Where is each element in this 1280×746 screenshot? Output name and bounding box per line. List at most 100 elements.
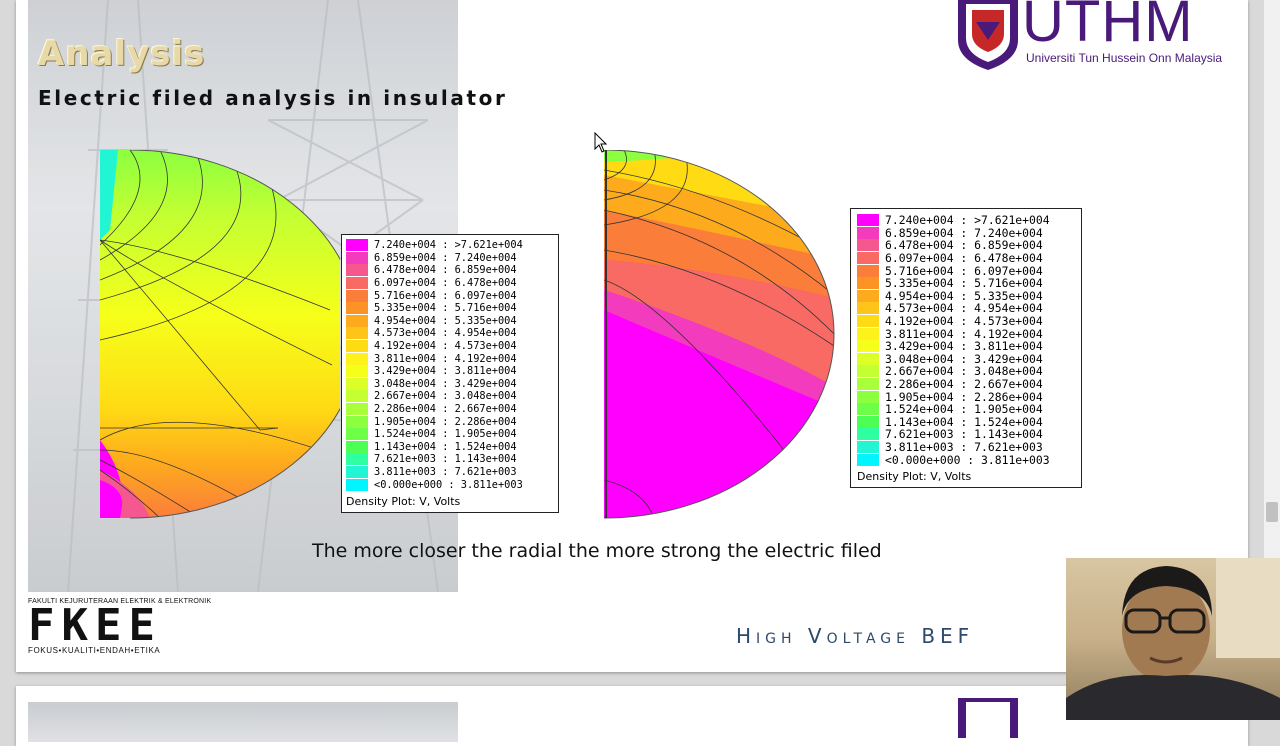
- uthm-crest-icon: [958, 0, 1018, 70]
- legend-label: <0.000e+000 : 3.811e+003: [374, 478, 523, 491]
- legend-label: 1.143e+004 : 1.524e+004: [374, 440, 517, 453]
- fkee-logo: FAKULTI KEJURUTERAAN ELEKTRIK & ELEKTRON…: [28, 598, 228, 660]
- webcam-overlay: [1066, 558, 1280, 720]
- legend-entry: 7.240e+004 : >7.621e+004: [857, 213, 1075, 227]
- legend-swatch: [857, 428, 879, 441]
- field-plot-left: [100, 150, 340, 519]
- legend-label: 3.811e+004 : 4.192e+004: [374, 352, 517, 365]
- legend-swatch: [346, 428, 368, 441]
- legend-swatch: [346, 352, 368, 365]
- legend-swatch: [346, 277, 368, 290]
- legend-swatch: [857, 340, 879, 353]
- legend-entry: <0.000e+000 : 3.811e+003: [857, 452, 1075, 467]
- slide: Analysis Electric filed analysis in insu…: [16, 0, 1248, 672]
- legend-caption: Density Plot: V, Volts: [857, 469, 972, 483]
- legend-entry: 7.621e+003 : 1.143e+004: [346, 453, 554, 466]
- uthm-logo: UTHM Universiti Tun Hussein Onn Malaysia: [956, 0, 1246, 70]
- next-slide-preview: [16, 686, 1248, 746]
- legend-entry: 7.621e+003 : 1.143e+004: [857, 427, 1075, 441]
- legend-label: 3.048e+004 : 3.429e+004: [374, 377, 517, 390]
- uthm-crest-icon: [958, 698, 1018, 738]
- legend-swatch: [857, 252, 879, 265]
- legend-swatch: [857, 403, 879, 416]
- legend-swatch: [857, 226, 879, 239]
- legend-swatch: [346, 415, 368, 428]
- legend-entry: 4.954e+004 : 5.335e+004: [857, 289, 1075, 303]
- legend-entry: 6.478e+004 : 6.859e+004: [346, 264, 554, 277]
- slide-subtitle: Electric filed analysis in insulator: [38, 86, 508, 110]
- legend-swatch: [346, 340, 368, 353]
- legend-swatch: [857, 239, 879, 252]
- legend-entry: 5.335e+004 : 5.716e+004: [346, 302, 554, 315]
- legend-entry: 3.811e+003 : 7.621e+003: [346, 465, 554, 479]
- legend-swatch: [857, 365, 879, 378]
- fkee-wordmark: FKEE: [28, 600, 162, 651]
- legend-entry: 4.573e+004 : 4.954e+004: [857, 301, 1075, 315]
- scrollbar-thumb[interactable]: [1266, 502, 1278, 522]
- course-footer: High Voltage BEF: [736, 624, 975, 648]
- legend-entry: 3.429e+004 : 3.811e+004: [346, 365, 554, 378]
- legend-swatch: [857, 390, 879, 403]
- legend-swatch: [857, 302, 879, 315]
- legend-label: 6.478e+004 : 6.859e+004: [374, 264, 517, 277]
- legend-entry: 7.240e+004 : >7.621e+004: [346, 239, 554, 252]
- legend-swatch: [857, 327, 879, 340]
- presenter-video: [1066, 558, 1280, 720]
- legend-entry: 2.667e+004 : 3.048e+004: [857, 364, 1075, 378]
- legend-swatch: [857, 277, 879, 290]
- legend-swatch: [346, 264, 368, 277]
- legend-label: 7.240e+004 : >7.621e+004: [374, 239, 523, 252]
- legend-label: 7.621e+003 : 1.143e+004: [374, 453, 517, 466]
- legend-label: 5.716e+004 : 6.097e+004: [374, 289, 517, 302]
- legend-swatch: [346, 453, 368, 466]
- legend-entry: 6.859e+004 : 7.240e+004: [346, 251, 554, 265]
- legend-swatch: [346, 239, 368, 252]
- legend-swatch: [346, 478, 368, 491]
- legend-entry: 1.905e+004 : 2.286e+004: [857, 390, 1075, 404]
- legend-entry: 5.335e+004 : 5.716e+004: [857, 276, 1075, 290]
- uthm-wordmark: UTHM: [1022, 0, 1194, 54]
- legend-label: 4.573e+004 : 4.954e+004: [374, 327, 517, 340]
- legend-entry: 1.143e+004 : 1.524e+004: [346, 440, 554, 454]
- legend-entry: 2.286e+004 : 2.667e+004: [857, 377, 1075, 391]
- legend-entry: 1.524e+004 : 1.905e+004: [857, 402, 1075, 416]
- legend-swatch: [857, 315, 879, 328]
- legend-label: 6.859e+004 : 7.240e+004: [374, 251, 517, 264]
- legend-swatch: [857, 453, 879, 466]
- legend-swatch: [346, 251, 368, 264]
- legend-swatch: [346, 289, 368, 302]
- legend-right: 7.240e+004 : >7.621e+004 6.859e+004 : 7.2…: [850, 208, 1082, 488]
- legend-entry: 4.573e+004 : 4.954e+004: [346, 327, 554, 340]
- legend-label: 4.954e+004 : 5.335e+004: [374, 314, 517, 327]
- legend-entry: 3.811e+004 : 4.192e+004: [346, 352, 554, 365]
- legend-label: 2.667e+004 : 3.048e+004: [374, 390, 517, 403]
- legend-label: <0.000e+000 : 3.811e+003: [885, 452, 1050, 467]
- legend-entry: <0.000e+000 : 3.811e+003: [346, 478, 554, 491]
- legend-swatch: [346, 302, 368, 315]
- slide-title: Analysis: [38, 34, 206, 74]
- legend-entry: 1.143e+004 : 1.524e+004: [857, 415, 1075, 429]
- legend-swatch: [346, 440, 368, 453]
- legend-swatch: [857, 415, 879, 428]
- faculty-motto: FOKUS•KUALITI•ENDAH•ETIKA: [28, 646, 161, 655]
- legend-entry: 2.667e+004 : 3.048e+004: [346, 390, 554, 403]
- legend-swatch: [857, 440, 879, 453]
- legend-swatch: [346, 327, 368, 340]
- field-plot-right: [604, 150, 835, 519]
- legend-entry: 1.524e+004 : 1.905e+004: [346, 428, 554, 441]
- legend-entry: 3.811e+003 : 7.621e+003: [857, 440, 1075, 454]
- slide-caption: The more closer the radial the more stro…: [312, 540, 882, 562]
- legend-entry: 3.048e+004 : 3.429e+004: [857, 352, 1075, 366]
- legend-left: 7.240e+004 : >7.621e+004 6.859e+004 : 7.2…: [341, 234, 559, 513]
- legend-label: 3.429e+004 : 3.811e+004: [374, 365, 517, 378]
- legend-entry: 4.192e+004 : 4.573e+004: [857, 314, 1075, 328]
- legend-swatch: [857, 264, 879, 277]
- legend-entry: 4.954e+004 : 5.335e+004: [346, 314, 554, 328]
- legend-entry: 4.192e+004 : 4.573e+004: [346, 340, 554, 353]
- legend-swatch: [857, 378, 879, 391]
- legend-entry: 6.478e+004 : 6.859e+004: [857, 238, 1075, 252]
- legend-label: 2.286e+004 : 2.667e+004: [374, 403, 517, 416]
- legend-label: 6.097e+004 : 6.478e+004: [374, 277, 517, 290]
- legend-entry: 6.097e+004 : 6.478e+004: [346, 277, 554, 290]
- legend-label: 3.811e+003 : 7.621e+003: [374, 465, 517, 478]
